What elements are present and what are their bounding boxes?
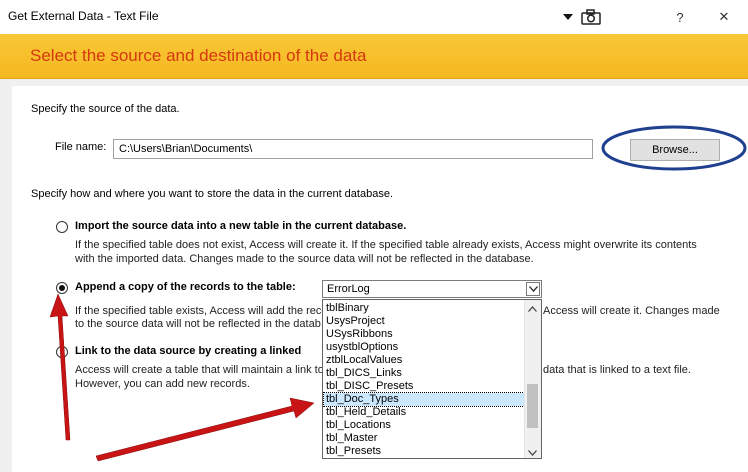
dropdown-item[interactable]: UsysProject bbox=[326, 315, 526, 328]
dropdown-item[interactable]: ztblLocalValues bbox=[326, 354, 526, 367]
source-heading: Specify the source of the data. bbox=[31, 103, 180, 115]
scroll-down-icon[interactable] bbox=[528, 447, 537, 458]
dropdown-item[interactable]: tbl_DISC_Presets bbox=[326, 380, 526, 393]
dropdown-item[interactable]: tbl_Presets bbox=[326, 445, 526, 458]
import-option-label[interactable]: Import the source data into a new table … bbox=[75, 220, 406, 232]
window-title: Get External Data - Text File bbox=[8, 9, 159, 23]
dropdown-item[interactable]: tbl_Locations bbox=[326, 419, 526, 432]
dropdown-scrollbar[interactable] bbox=[524, 300, 541, 458]
dropdown-item[interactable]: USysRibbons bbox=[326, 328, 526, 341]
append-desc-line2-left: to the source data will not be reflected… bbox=[75, 318, 321, 330]
link-desc-line2: However, you can add new records. bbox=[75, 378, 250, 390]
import-radio[interactable] bbox=[56, 221, 68, 233]
help-icon[interactable]: ? bbox=[672, 6, 688, 28]
store-heading: Specify how and where you want to store … bbox=[31, 188, 394, 200]
table-dropdown-list[interactable]: tblBinary UsysProject USysRibbons usystb… bbox=[322, 299, 542, 459]
dropdown-arrow-icon[interactable] bbox=[561, 6, 575, 28]
file-name-label: File name: bbox=[55, 141, 107, 153]
banner-title: Select the source and destination of the… bbox=[30, 46, 367, 65]
link-desc-line1-right: data that is linked to a text file. bbox=[543, 364, 691, 376]
title-bar: Get External Data - Text File ? ✕ bbox=[0, 0, 748, 34]
dropdown-item[interactable]: tbl_Master bbox=[326, 432, 526, 445]
import-desc-line1: If the specified table does not exist, A… bbox=[75, 239, 697, 251]
link-desc-line1-left: Access will create a table that will mai… bbox=[75, 364, 324, 376]
append-option-label[interactable]: Append a copy of the records to the tabl… bbox=[75, 281, 296, 293]
scroll-thumb[interactable] bbox=[527, 384, 538, 428]
close-icon[interactable]: ✕ bbox=[716, 6, 732, 28]
dropdown-item-selected[interactable]: tbl_Doc_Types bbox=[323, 392, 527, 407]
file-name-input[interactable]: C:\Users\Brian\Documents\ bbox=[113, 139, 593, 159]
dropdown-item[interactable]: tbl_Held_Details bbox=[326, 406, 526, 419]
dropdown-item[interactable]: usystblOptions bbox=[326, 341, 526, 354]
append-desc-line1-right: Access will create it. Changes made bbox=[543, 305, 720, 317]
table-combo-box[interactable]: ErrorLog bbox=[322, 280, 542, 298]
link-radio[interactable] bbox=[56, 346, 68, 358]
append-radio[interactable] bbox=[56, 282, 68, 294]
browse-button[interactable]: Browse... bbox=[630, 139, 720, 161]
scroll-up-icon[interactable] bbox=[528, 303, 537, 315]
chevron-down-icon[interactable] bbox=[526, 282, 540, 296]
import-desc-line2: with the imported data. Changes made to … bbox=[75, 253, 534, 265]
header-banner: Select the source and destination of the… bbox=[0, 34, 748, 79]
link-option-label[interactable]: Link to the data source by creating a li… bbox=[75, 345, 301, 357]
dropdown-item[interactable]: tblBinary bbox=[326, 302, 526, 315]
append-desc-line1-left: If the specified table exists, Access wi… bbox=[75, 305, 328, 317]
dropdown-item[interactable]: tbl_DICS_Links bbox=[326, 367, 526, 380]
camera-icon[interactable] bbox=[580, 6, 602, 28]
combo-value: ErrorLog bbox=[327, 283, 370, 295]
